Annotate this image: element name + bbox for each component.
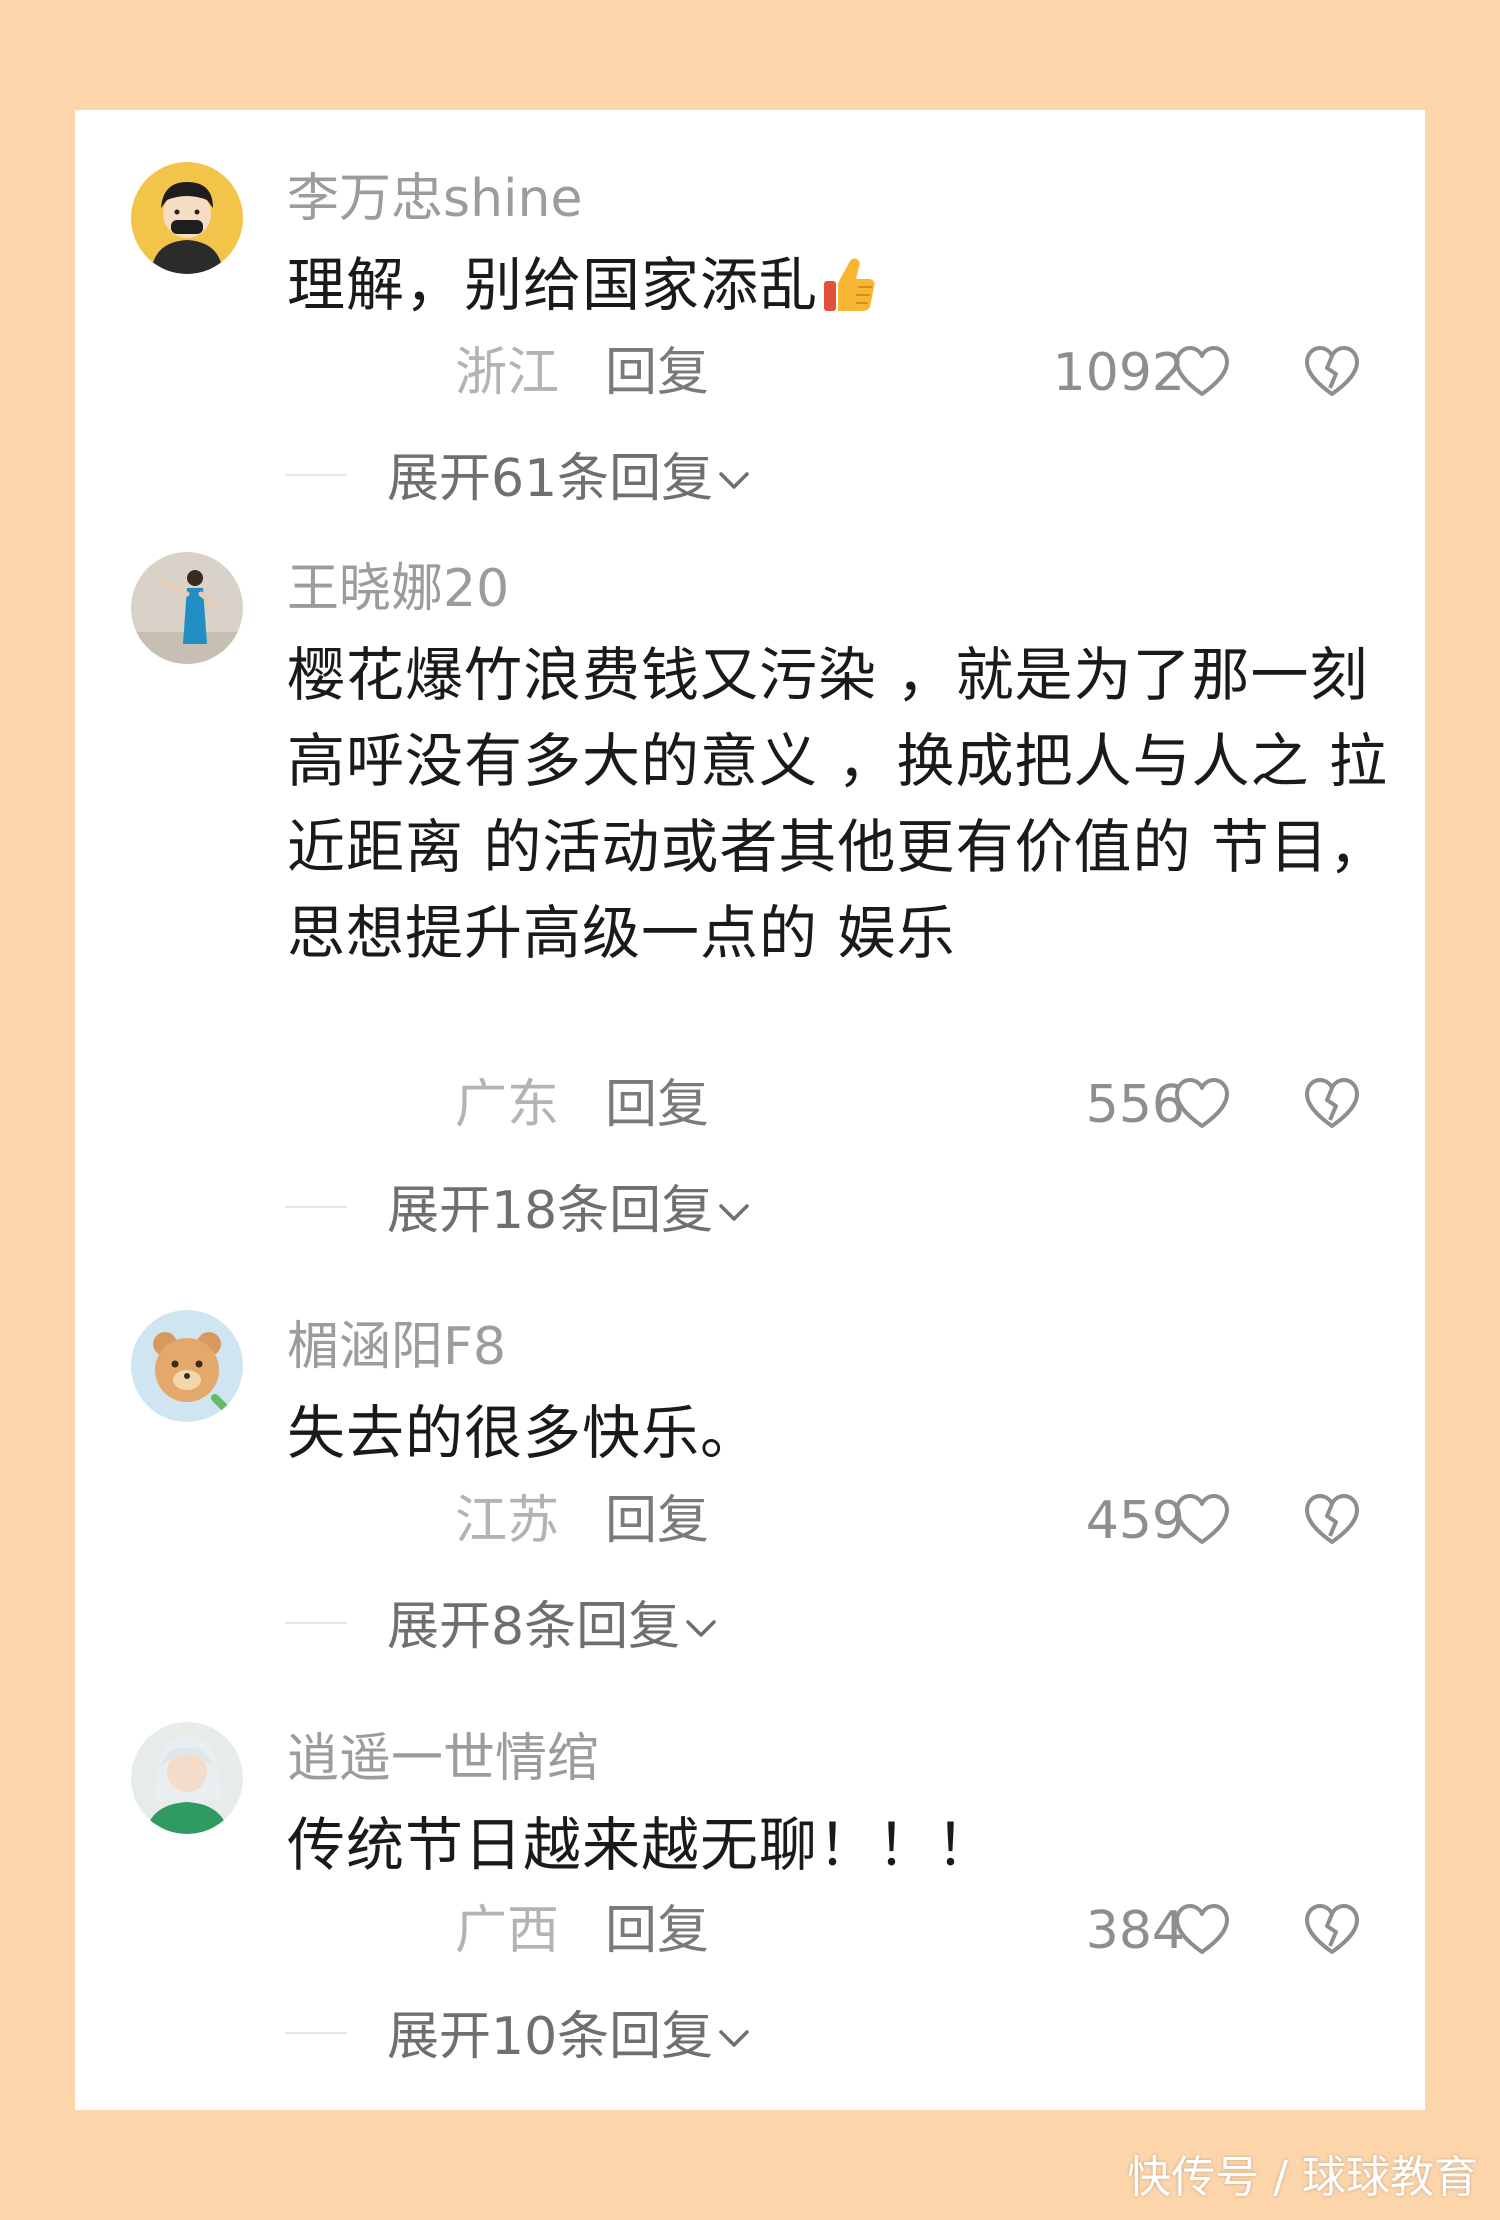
divider xyxy=(285,2032,347,2034)
comment-list: 李万忠shine 理解，别给国家添乱 浙江 回复 1092 展开61条回复 王晓… xyxy=(75,110,1425,2110)
comment-text: 樱花爆竹浪费钱又污染 ，就是为了那一刻高呼没有多大的意义 ，换成把人与人之 拉近… xyxy=(287,641,1388,967)
heart-icon[interactable] xyxy=(1173,1076,1231,1136)
comment-meta: 浙江 回复 1092 xyxy=(75,338,1425,408)
divider xyxy=(285,1206,347,1208)
location-label: 广东 xyxy=(455,1075,560,1135)
comment-text: 理解，别给国家添乱 xyxy=(287,242,1417,338)
expand-replies-label[interactable]: 展开8条回复 xyxy=(387,1588,718,1662)
broken-heart-icon[interactable] xyxy=(1303,1076,1361,1136)
divider xyxy=(285,474,347,476)
expand-replies-label[interactable]: 展开10条回复 xyxy=(387,1998,751,2072)
avatar[interactable] xyxy=(131,162,243,274)
reply-button[interactable]: 回复 xyxy=(605,338,709,408)
thumbs-up-emoji-icon xyxy=(820,252,878,338)
comment-text-content: 理解，别给国家添乱 xyxy=(287,251,819,319)
broken-heart-icon[interactable] xyxy=(1303,1492,1361,1552)
like-count: 384 xyxy=(1085,1901,1185,1961)
expand-replies-label[interactable]: 展开18条回复 xyxy=(387,1172,751,1246)
comment-meta: 广东 回复 556 xyxy=(75,1070,1425,1140)
username[interactable]: 王晓娜20 xyxy=(287,556,509,622)
reply-button[interactable]: 回复 xyxy=(605,1896,709,1966)
like-count: 459 xyxy=(1085,1491,1185,1551)
reply-button[interactable]: 回复 xyxy=(605,1486,709,1556)
comment-text: 传统节日越来越无聊！！！ xyxy=(287,1811,996,1879)
watermark: 快传号 / 球球教育 xyxy=(1127,2152,1478,2203)
chevron-down-icon xyxy=(717,440,751,510)
avatar[interactable] xyxy=(131,552,243,664)
reply-button[interactable]: 回复 xyxy=(605,1070,709,1140)
expand-replies-button[interactable]: 展开61条回复 xyxy=(75,440,1425,510)
chevron-down-icon xyxy=(717,1172,751,1242)
location-label: 浙江 xyxy=(455,343,560,403)
expand-replies-button[interactable]: 展开8条回复 xyxy=(75,1588,1425,1658)
divider xyxy=(285,1622,347,1624)
like-count: 556 xyxy=(1085,1075,1185,1135)
expand-replies-label[interactable]: 展开61条回复 xyxy=(387,440,751,514)
like-count: 1092 xyxy=(1052,343,1185,403)
expand-replies-button[interactable]: 展开18条回复 xyxy=(75,1172,1425,1242)
heart-icon[interactable] xyxy=(1173,1902,1231,1962)
location-label: 广西 xyxy=(455,1901,560,1961)
avatar[interactable] xyxy=(131,1310,243,1422)
comment-text: 失去的很多快乐。 xyxy=(287,1399,760,1467)
username[interactable]: 李万忠shine xyxy=(287,166,582,232)
username[interactable]: 楣涵阳F8 xyxy=(287,1314,506,1380)
heart-icon[interactable] xyxy=(1173,344,1231,404)
heart-icon[interactable] xyxy=(1173,1492,1231,1552)
broken-heart-icon[interactable] xyxy=(1303,1902,1361,1962)
comment-meta: 江苏 回复 459 xyxy=(75,1486,1425,1556)
broken-heart-icon[interactable] xyxy=(1303,344,1361,404)
location-label: 江苏 xyxy=(455,1491,560,1551)
avatar[interactable] xyxy=(131,1722,243,1834)
chevron-down-icon xyxy=(717,1998,751,2068)
chevron-down-icon xyxy=(684,1588,718,1658)
expand-replies-button[interactable]: 展开10条回复 xyxy=(75,1998,1425,2068)
username[interactable]: 逍遥一世情绾 xyxy=(287,1726,599,1792)
comment-meta: 广西 回复 384 xyxy=(75,1896,1425,1966)
